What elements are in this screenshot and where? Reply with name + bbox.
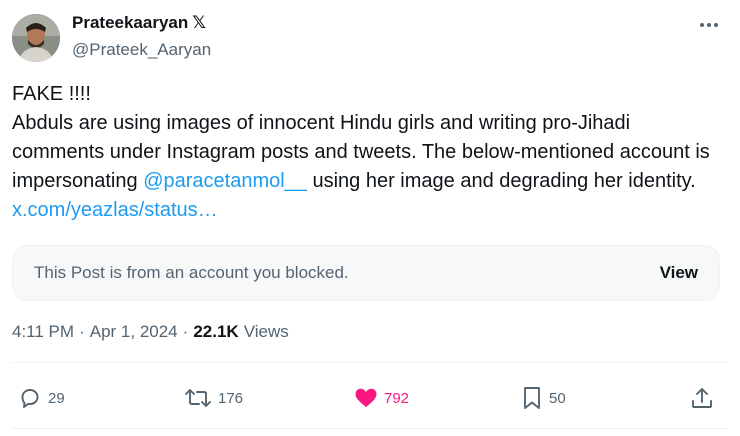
blocked-message: This Post is from an account you blocked…	[34, 263, 349, 282]
bookmark-count: 50	[549, 389, 566, 407]
tweet-url-link[interactable]: x.com/yeazlas/status…	[12, 199, 218, 221]
avatar-image	[12, 14, 60, 62]
bookmark-button[interactable]: 50	[521, 384, 566, 412]
author-handle[interactable]: @Prateek_Aaryan	[72, 40, 211, 60]
reply-count: 29	[48, 389, 65, 407]
tweet-time[interactable]: 4:11 PM	[12, 322, 74, 342]
tweet-text: FAKE !!!! Abduls are using images of inn…	[12, 80, 722, 225]
view-button[interactable]: View	[660, 263, 698, 283]
tweet-headline: FAKE !!!!	[12, 83, 91, 105]
tweet-date[interactable]: Apr 1, 2024	[90, 322, 178, 342]
mention-link[interactable]: @paracetanmol__	[143, 170, 307, 192]
more-dots-icon	[700, 23, 718, 27]
blocked-quote-card: This Post is from an account you blocked…	[12, 245, 720, 301]
tweet-body-part2: using her image and degrading her identi…	[306, 170, 702, 192]
views-count: 22.1K	[193, 322, 239, 341]
share-icon	[692, 388, 712, 408]
author-name-row: Prateekaaryan 𝕏	[72, 13, 206, 33]
meta-separator: ·	[182, 322, 189, 341]
repost-icon	[185, 389, 211, 407]
divider	[12, 362, 728, 363]
reply-bubble-icon	[21, 389, 39, 408]
divider	[12, 428, 728, 429]
more-options-button[interactable]	[694, 14, 724, 36]
bookmark-icon	[524, 387, 540, 409]
like-button[interactable]: 792	[354, 384, 409, 412]
tweet-meta: 4:11 PM · Apr 1, 2024 · 22.1K Views	[12, 322, 289, 342]
repost-count: 176	[218, 389, 244, 407]
meta-separator: ·	[79, 322, 85, 341]
avatar[interactable]	[12, 14, 60, 62]
heart-icon	[355, 388, 377, 407]
like-count: 792	[384, 389, 410, 407]
author-display-name[interactable]: Prateekaaryan	[72, 13, 188, 33]
x-badge-icon: 𝕏	[192, 13, 206, 32]
views-label: Views	[243, 322, 289, 341]
repost-button[interactable]: 176	[184, 384, 243, 412]
share-button[interactable]	[690, 384, 714, 412]
reply-button[interactable]: 29	[18, 384, 65, 412]
